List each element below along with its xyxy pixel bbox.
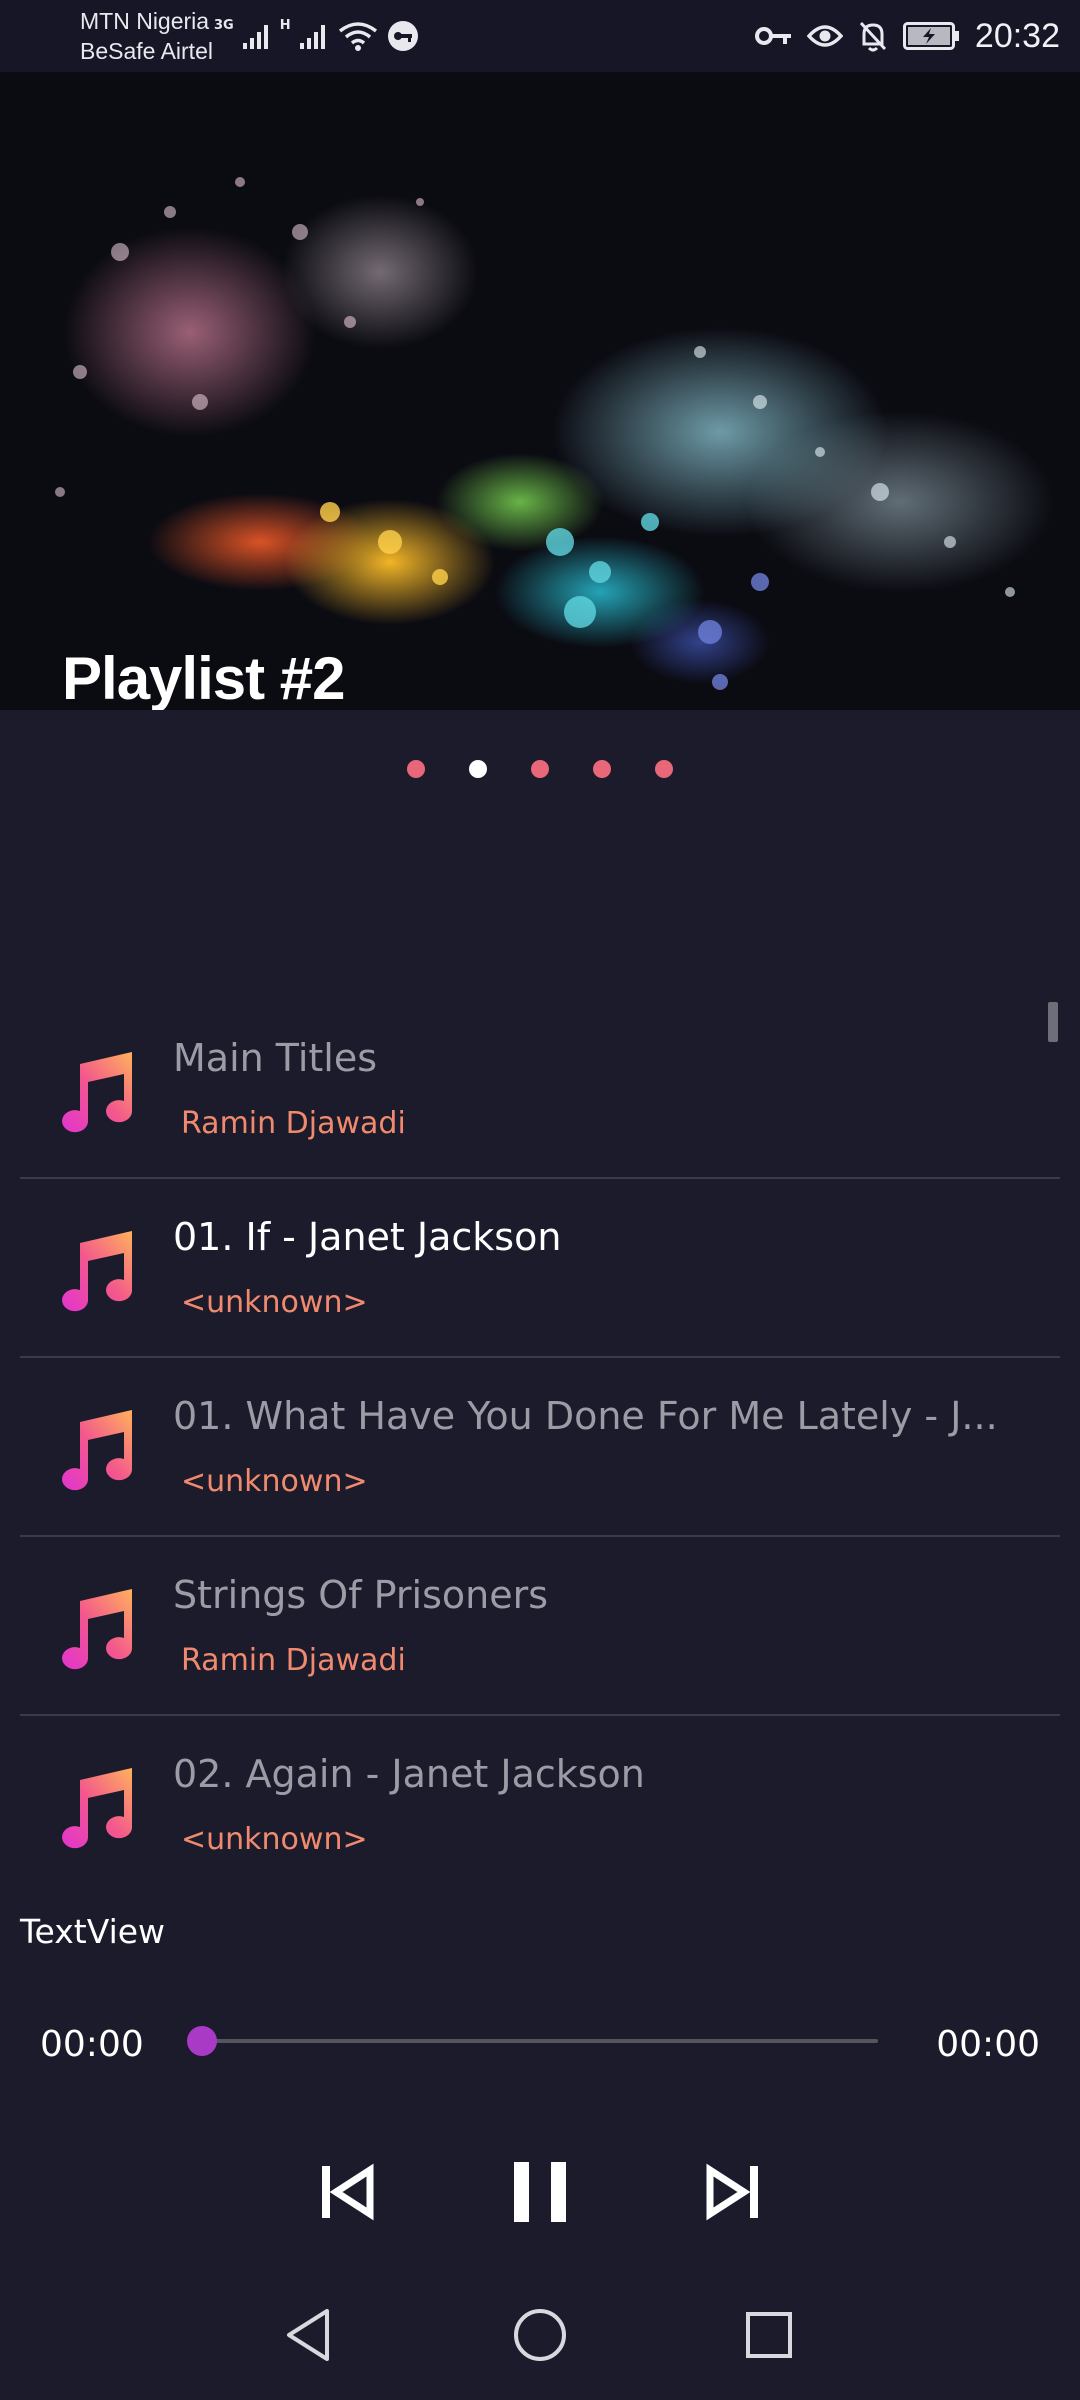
wifi-icon	[338, 22, 377, 51]
page-indicator	[0, 760, 1080, 780]
nav-home-button[interactable]	[505, 2300, 575, 2370]
track-item[interactable]: 02. Again - Janet Jackson <unknown>	[20, 1716, 1060, 1895]
page-dot[interactable]	[593, 760, 611, 778]
pause-icon	[514, 2162, 566, 2222]
page-dot[interactable]	[531, 760, 549, 778]
status-icons-right: 20:32	[754, 10, 1060, 62]
track-artist: Ramin Djawadi	[181, 1643, 406, 1678]
music-note-icon	[62, 1410, 132, 1491]
previous-button[interactable]	[308, 2152, 388, 2232]
skip-next-icon	[706, 2163, 758, 2221]
banner-artwork	[55, 177, 1015, 690]
music-note-icon	[62, 1052, 132, 1133]
track-title: 01. If - Janet Jackson	[173, 1215, 562, 1259]
recents-icon	[746, 2312, 792, 2358]
total-duration: 00:00	[936, 2024, 1040, 2065]
carrier-2: BeSafe Airtel	[80, 38, 213, 64]
track-title: 02. Again - Janet Jackson	[173, 1752, 645, 1796]
eye-icon	[806, 25, 843, 47]
nav-recents-button[interactable]	[734, 2300, 804, 2370]
signal-h-icon	[299, 25, 325, 49]
music-note-icon	[62, 1589, 132, 1670]
seek-thumb[interactable]	[187, 2026, 217, 2056]
track-title: 01. What Have You Done For Me Lately - J…	[173, 1394, 998, 1438]
music-player-screen: MTN Nigeria BeSafe Airtel 3G H 20:32 Pla…	[0, 0, 1080, 2400]
track-title: Main Titles	[173, 1036, 378, 1080]
playlist-banner[interactable]: Playlist #2	[0, 72, 1080, 710]
pause-button[interactable]	[500, 2152, 580, 2232]
home-icon	[514, 2309, 566, 2361]
track-artist: <unknown>	[181, 1822, 368, 1857]
battery-charging-icon	[902, 22, 959, 50]
network-type-1: 3G	[214, 18, 234, 33]
page-dot[interactable]	[407, 760, 425, 778]
music-note-icon	[62, 1231, 132, 1312]
track-list: Main Titles Ramin Djawadi 01. If - Janet…	[20, 1000, 1060, 1895]
bell-off-icon	[859, 21, 887, 52]
track-item[interactable]: Strings Of Prisoners Ramin Djawadi	[20, 1537, 1060, 1716]
track-artist: Ramin Djawadi	[181, 1106, 406, 1141]
clock: 20:32	[974, 16, 1060, 55]
track-item-current[interactable]: 01. If - Janet Jackson <unknown>	[20, 1179, 1060, 1358]
status-icons-left: 3G H	[214, 14, 419, 58]
nav-back-button[interactable]	[273, 2300, 343, 2370]
key-icon	[754, 27, 791, 45]
now-playing-textview: TextView	[20, 1912, 166, 1951]
track-title: Strings Of Prisoners	[173, 1573, 549, 1617]
track-item[interactable]: Main Titles Ramin Djawadi	[20, 1000, 1060, 1179]
back-icon	[287, 2309, 329, 2361]
carrier-1: MTN Nigeria	[80, 8, 210, 34]
status-bar: MTN Nigeria BeSafe Airtel 3G H 20:32	[0, 0, 1080, 72]
next-button[interactable]	[692, 2152, 772, 2232]
page-dot[interactable]	[655, 760, 673, 778]
skip-previous-icon	[322, 2163, 374, 2221]
track-artist: <unknown>	[181, 1285, 368, 1320]
network-type-2: H	[279, 18, 291, 33]
music-note-icon	[62, 1768, 132, 1849]
track-artist: <unknown>	[181, 1464, 368, 1499]
signal-3g-icon	[242, 25, 268, 49]
track-item[interactable]: 01. What Have You Done For Me Lately - J…	[20, 1358, 1060, 1537]
elapsed-time: 00:00	[40, 2024, 144, 2065]
playlist-title: Playlist #2	[62, 645, 346, 710]
page-dot-active[interactable]	[469, 760, 487, 778]
vpn-icon	[387, 21, 418, 51]
seek-bar[interactable]	[200, 2039, 878, 2043]
carrier-names: MTN Nigeria BeSafe Airtel	[80, 6, 213, 66]
